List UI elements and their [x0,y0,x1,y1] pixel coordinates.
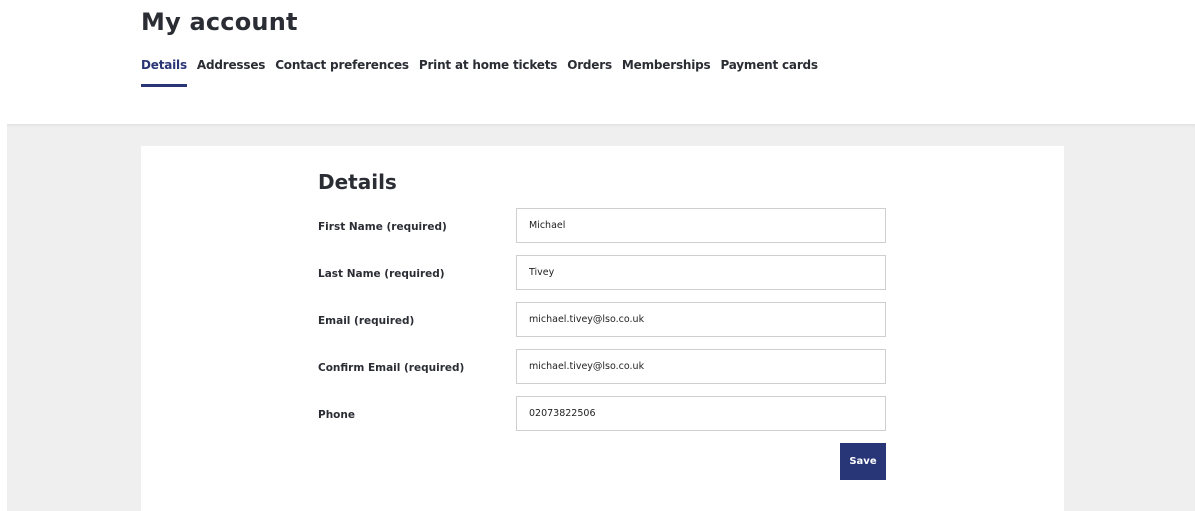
confirm-email-input[interactable] [516,349,886,384]
last-name-label: Last Name (required) [318,268,445,280]
tab-orders[interactable]: Orders [567,58,612,84]
tab-details[interactable]: Details [141,58,187,87]
confirm-email-label: Confirm Email (required) [318,362,465,374]
phone-label: Phone [318,409,355,421]
page-header: My account Details Addresses Contact pre… [0,0,1195,124]
tab-addresses[interactable]: Addresses [197,58,265,84]
first-name-input[interactable] [516,208,886,243]
email-label: Email (required) [318,315,415,327]
tab-print-at-home-tickets[interactable]: Print at home tickets [419,58,558,84]
details-section-title: Details [318,170,397,194]
save-button[interactable]: Save [840,443,886,480]
last-name-input[interactable] [516,255,886,290]
tab-memberships[interactable]: Memberships [622,58,711,84]
page-title: My account [141,8,298,36]
phone-input[interactable] [516,396,886,431]
account-tabs: Details Addresses Contact preferences Pr… [141,58,818,87]
tab-contact-preferences[interactable]: Contact preferences [275,58,409,84]
email-input[interactable] [516,302,886,337]
first-name-label: First Name (required) [318,221,447,233]
tab-payment-cards[interactable]: Payment cards [720,58,818,84]
